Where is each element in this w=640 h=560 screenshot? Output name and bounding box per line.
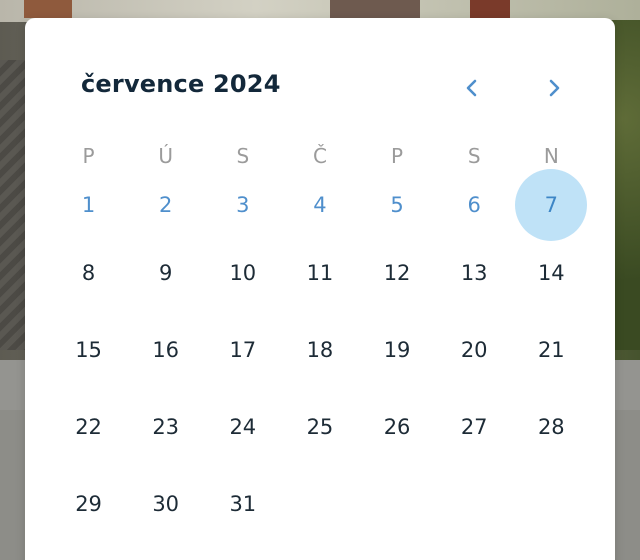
day-number: 8: [81, 260, 96, 285]
day-cell[interactable]: 23: [127, 388, 204, 465]
day-number: 1: [81, 193, 96, 217]
weekday-label: P: [391, 144, 404, 168]
day-number: 20: [460, 337, 488, 362]
day-cell[interactable]: 8: [50, 234, 127, 311]
day-number: 29: [75, 491, 102, 516]
day-cell[interactable]: 13: [436, 234, 513, 311]
previous-month-button[interactable]: [453, 70, 489, 106]
day-number: 10: [229, 260, 257, 285]
chevron-left-icon: [466, 79, 477, 97]
weekday-label: Č: [312, 144, 327, 168]
day-number: 21: [537, 337, 565, 362]
day-cell[interactable]: 26: [359, 388, 436, 465]
day-number: 28: [537, 414, 565, 439]
roof: [24, 0, 72, 18]
day-cell[interactable]: 17: [204, 311, 281, 388]
day-number: 17: [229, 337, 257, 362]
day-cell[interactable]: 2: [127, 176, 204, 234]
calendar-grid: P Ú S Č P S N 1 2 3 4 5 6 7 8 9 10 11 12…: [50, 136, 590, 542]
week-row: 29 30 31: [50, 465, 590, 542]
day-number: 12: [383, 260, 411, 285]
weekday-label: P: [82, 144, 95, 168]
roof: [470, 0, 510, 20]
month-title: července 2024: [81, 70, 281, 98]
day-number: 11: [306, 260, 334, 285]
day-cell[interactable]: 6: [436, 176, 513, 234]
day-cell[interactable]: 28: [513, 388, 590, 465]
week-row: 1 2 3 4 5 6 7: [50, 176, 590, 234]
day-cell[interactable]: 27: [436, 388, 513, 465]
day-number: 26: [383, 414, 411, 439]
day-number: 23: [152, 414, 180, 439]
day-number: 6: [467, 193, 481, 217]
weekday-header-row: P Ú S Č P S N: [50, 136, 590, 176]
day-cell[interactable]: 30: [127, 465, 204, 542]
day-number: 9: [159, 260, 173, 285]
next-month-button[interactable]: [537, 70, 573, 106]
roof: [330, 0, 420, 20]
day-cell[interactable]: 11: [281, 234, 358, 311]
day-number: 24: [229, 414, 257, 439]
day-cell[interactable]: 21: [513, 311, 590, 388]
chevron-right-icon: [549, 79, 560, 97]
day-cell-selected[interactable]: 7: [513, 176, 590, 234]
day-number: 3: [236, 193, 250, 217]
day-number: 13: [460, 260, 488, 285]
day-number: 25: [306, 414, 334, 439]
day-number: 2: [159, 193, 173, 217]
day-number: 22: [75, 414, 102, 439]
day-cell[interactable]: 5: [359, 176, 436, 234]
day-number: 19: [383, 337, 411, 362]
empty-day-cell: [359, 465, 436, 542]
day-number: 15: [75, 337, 102, 362]
day-cell[interactable]: 1: [50, 176, 127, 234]
weekday-label: Ú: [158, 144, 173, 168]
day-cell[interactable]: 31: [204, 465, 281, 542]
date-picker-dialog: července 2024 P Ú S Č P S N 1 2 3 4 5 6 …: [25, 18, 615, 560]
day-cell[interactable]: 20: [436, 311, 513, 388]
day-cell[interactable]: 24: [204, 388, 281, 465]
day-number: 7: [544, 193, 558, 217]
day-cell[interactable]: 22: [50, 388, 127, 465]
paved-road: [0, 60, 26, 350]
day-number: 18: [306, 337, 334, 362]
day-cell[interactable]: 25: [281, 388, 358, 465]
day-number: 14: [537, 260, 565, 285]
day-number: 16: [152, 337, 180, 362]
day-cell[interactable]: 15: [50, 311, 127, 388]
day-number: 5: [390, 193, 404, 217]
empty-day-cell: [513, 465, 590, 542]
day-cell[interactable]: 4: [281, 176, 358, 234]
day-cell[interactable]: 19: [359, 311, 436, 388]
day-number: 27: [460, 414, 488, 439]
day-cell[interactable]: 10: [204, 234, 281, 311]
day-cell[interactable]: 16: [127, 311, 204, 388]
day-cell[interactable]: 29: [50, 465, 127, 542]
day-number: 4: [313, 193, 327, 217]
empty-day-cell: [281, 465, 358, 542]
week-row: 8 9 10 11 12 13 14: [50, 234, 590, 311]
weekday-label: S: [467, 144, 481, 168]
day-number: 31: [229, 491, 257, 516]
week-row: 15 16 17 18 19 20 21: [50, 311, 590, 388]
day-cell[interactable]: 18: [281, 311, 358, 388]
day-cell[interactable]: 9: [127, 234, 204, 311]
day-number: 30: [152, 491, 180, 516]
day-cell[interactable]: 14: [513, 234, 590, 311]
day-cell[interactable]: 3: [204, 176, 281, 234]
week-row: 22 23 24 25 26 27 28: [50, 388, 590, 465]
empty-day-cell: [436, 465, 513, 542]
day-cell[interactable]: 12: [359, 234, 436, 311]
weekday-label: S: [236, 144, 250, 168]
